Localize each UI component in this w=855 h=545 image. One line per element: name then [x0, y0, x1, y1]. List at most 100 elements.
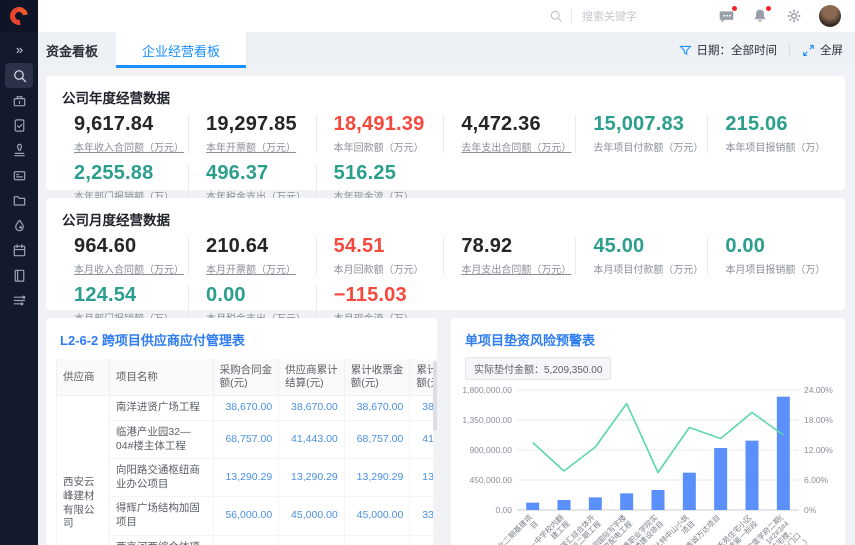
global-search[interactable]: 搜索关键字	[549, 8, 637, 24]
bar-第一中学校内翻建工程[interactable]	[558, 500, 571, 510]
kpi-metric: 210.64 本月开票额（万元）	[188, 233, 316, 282]
sidebar-item-ink-drop-icon[interactable]	[5, 213, 33, 238]
sidebar-item-chart-lines-icon[interactable]	[5, 288, 33, 313]
amount-cell: 38,670.00	[213, 396, 279, 421]
search-icon	[11, 67, 28, 84]
sidebar-expand-icon[interactable]: »	[16, 42, 22, 57]
actual-advance-badge: 实际垫付金额：5,209,350.00	[465, 357, 611, 380]
bar-琦鑫职业学院实训楼建设项目[interactable]	[652, 490, 665, 510]
risk-chart-title: 单项目垫资风险预警表	[451, 318, 845, 355]
bar-宏润国际写字楼改配电工程[interactable]	[620, 493, 633, 510]
table-header: 供应商累计结算(元)	[279, 359, 345, 396]
sidebar-item-building-icon[interactable]	[5, 88, 33, 113]
bar-天禾苑住宅小区精装修第一标段[interactable]	[746, 441, 759, 510]
supplier-table-wrap: 供应商项目名称采购合同金额(元)供应商累计结算(元)累计收票金额(元)累计付款金…	[46, 355, 437, 545]
y-left-tick: 900,000.00	[469, 445, 512, 455]
sidebar: »	[0, 0, 38, 545]
sidebar-item-stamp-icon[interactable]	[5, 138, 33, 163]
kpi-label: 本年项目报销额（万）	[725, 139, 831, 154]
table-row: 得辉广场结构加固项目56,000.0045,000.0045,000.0033,…	[57, 497, 438, 535]
table-scrollbar[interactable]	[433, 361, 437, 545]
sidebar-item-document-check-icon[interactable]	[5, 113, 33, 138]
annual-kpi-card: 公司年度经营数据 9,617.84本年收入合同额（万元）19,297.85本年开…	[46, 76, 845, 190]
sidebar-item-folder-icon[interactable]	[5, 188, 33, 213]
y-right-tick: 0%	[804, 505, 817, 515]
sidebar-item-notebook-icon[interactable]	[5, 263, 33, 288]
amount-cell: 13,290.29	[344, 459, 410, 497]
tab-enterprise-dashboard[interactable]: 企业经营看板	[116, 32, 246, 68]
date-filter[interactable]: 日期：全部时间	[679, 42, 778, 58]
amount-cell: 38,670.00	[344, 396, 410, 421]
fullscreen-icon	[802, 44, 815, 57]
monthly-card-title: 公司月度经营数据	[46, 198, 845, 233]
y-left-tick: 450,000.00	[469, 475, 512, 485]
fullscreen-button[interactable]: 全屏	[802, 42, 843, 58]
kpi-metric: 964.60本月收入合同额（万元）	[56, 233, 188, 282]
amount-cell: 40,273.00	[279, 535, 345, 545]
filter-funnel-icon	[679, 44, 692, 57]
kpi-metric: 18,491.39本年回款额（万元）	[316, 111, 444, 160]
kpi-metric: 54.51本月回款额（万元）	[316, 233, 444, 282]
calendar-icon	[11, 242, 28, 259]
sidebar-item-id-card-icon[interactable]	[5, 163, 33, 188]
kpi-label[interactable]: 本年开票额（万元）	[206, 139, 312, 154]
user-avatar[interactable]	[819, 5, 841, 27]
kpi-value: 78.92	[461, 235, 571, 258]
supplier-table-title: L2-6-2 跨项目供应商应付管理表	[46, 318, 437, 355]
table-header: 采购合同金额(元)	[213, 359, 279, 396]
kpi-label[interactable]: 本月支出合同额（万元）	[461, 261, 571, 276]
kpi-value: 45.00	[593, 235, 703, 258]
project-name-cell: 西京河西综合体项目	[109, 535, 213, 545]
bar-宜度学府二期(1#2#3#4#5#住宅楼、地下车库及门口)[interactable]	[777, 397, 790, 510]
bar-丰北二期基建项目[interactable]	[526, 503, 539, 510]
notebook-icon	[11, 267, 28, 284]
project-name-cell: 临港产业园32—04#楼主体工程	[109, 420, 213, 458]
table-header: 项目名称	[109, 359, 213, 396]
search-icon	[549, 9, 563, 23]
kpi-label: 本月项目付款额（万元）	[593, 261, 703, 276]
bell-icon[interactable]	[751, 7, 769, 25]
amount-cell: 57,273.00	[344, 535, 410, 545]
kpi-label[interactable]: 去年支出合同额（万元）	[461, 139, 571, 154]
top-header: 搜索关键字	[38, 0, 855, 32]
tab-funds-dashboard[interactable]: 资金看板	[38, 32, 116, 68]
settings-gear-icon[interactable]	[785, 7, 803, 25]
y-left-tick: 0.00	[495, 505, 512, 515]
kpi-metric: 9,617.84本年收入合同额（万元）	[56, 111, 188, 160]
kpi-value: 516.25	[334, 162, 440, 185]
kpi-value: 2,255.88	[74, 162, 184, 185]
kpi-label[interactable]: 本月开票额（万元）	[206, 261, 312, 276]
kpi-label: 本月回款额（万元）	[334, 261, 440, 276]
document-check-icon	[11, 117, 28, 134]
kpi-value: 18,491.39	[334, 113, 440, 136]
kpi-label[interactable]: 本年收入合同额（万元）	[74, 139, 184, 154]
supplier-name-cell: 西安云峰建材有限公司	[57, 396, 110, 545]
kpi-value: 210.64	[206, 235, 312, 258]
amount-cell: 68,757.00	[344, 420, 410, 458]
amount-cell: 68,757.00	[213, 420, 279, 458]
bar-鑫诚万达项目[interactable]	[714, 448, 727, 510]
app-logo[interactable]	[0, 0, 38, 32]
y-right-tick: 6.00%	[804, 475, 829, 485]
kpi-value: 4,472.36	[461, 113, 571, 136]
bar-锦辉汇综合体开发项目二期工程[interactable]	[589, 497, 602, 510]
notification-dot	[766, 6, 771, 11]
bar-丽比特中山小筑项目[interactable]	[683, 473, 696, 510]
kpi-metric: 78.92 本月支出合同额（万元）	[443, 233, 575, 282]
supplier-payable-panel: L2-6-2 跨项目供应商应付管理表 供应商项目名称采购合同金额(元)供应商累计…	[46, 318, 437, 545]
kpi-label: 去年项目付款额（万元）	[593, 139, 703, 154]
project-name-cell: 得辉广场结构加固项目	[109, 497, 213, 535]
amount-cell: 45,000.00	[344, 497, 410, 535]
project-name-cell: 南洋进贤广场工程	[109, 396, 213, 421]
sidebar-item-search-icon[interactable]	[5, 63, 33, 88]
kpi-value: 15,007.83	[593, 113, 703, 136]
folder-icon	[11, 192, 28, 209]
sidebar-item-calendar-icon[interactable]	[5, 238, 33, 263]
id-card-icon	[11, 167, 28, 184]
table-row: 向阳路交通枢纽商业办公项目13,290.2913,290.2913,290.29…	[57, 459, 438, 497]
chart-lines-icon	[11, 292, 28, 309]
project-name-cell: 向阳路交通枢纽商业办公项目	[109, 459, 213, 497]
messages-icon[interactable]	[717, 7, 735, 25]
tab-bar: 资金看板 企业经营看板 日期：全部时间 全屏	[38, 32, 855, 68]
kpi-label[interactable]: 本月收入合同额（万元）	[74, 261, 184, 276]
